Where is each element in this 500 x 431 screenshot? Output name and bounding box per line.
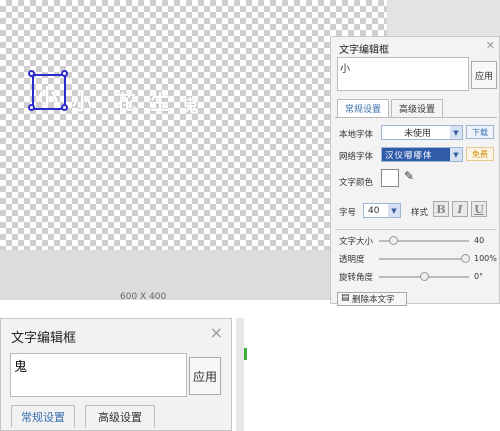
text-input[interactable]: 小 bbox=[337, 57, 469, 91]
opacity-slider-track[interactable] bbox=[379, 258, 469, 260]
slider-label-opacity: 透明度 bbox=[339, 255, 365, 265]
apply-button[interactable]: 应用 bbox=[471, 61, 497, 89]
eyedropper-icon[interactable]: ✎ bbox=[404, 169, 414, 183]
local-font-select[interactable]: 未使用 ▼ bbox=[381, 125, 463, 140]
free-button[interactable]: 免费 bbox=[466, 147, 494, 161]
chevron-down-icon: ▼ bbox=[450, 126, 462, 139]
panel-title: 文字编辑框 bbox=[339, 45, 389, 56]
opacity-slider-knob[interactable] bbox=[460, 254, 470, 263]
rotation-slider-knob[interactable] bbox=[420, 272, 429, 281]
chevron-down-icon: ▼ bbox=[388, 204, 400, 217]
resize-handle-tr[interactable] bbox=[61, 70, 68, 77]
size-slider-value: 40 bbox=[474, 236, 485, 245]
canvas-text-char-4[interactable]: 生 bbox=[150, 86, 170, 115]
divider bbox=[335, 229, 497, 230]
resize-handle-bl[interactable] bbox=[28, 104, 35, 111]
local-font-label: 本地字体 bbox=[339, 130, 374, 140]
text-edit-dialog: 文字编辑框 × 鬼 应用 常规设置 高级设置 bbox=[0, 318, 232, 431]
dialog-text-input[interactable]: 鬼 bbox=[10, 353, 187, 397]
web-font-select[interactable]: 汉仪嘟嘟体 ▼ bbox=[381, 147, 463, 162]
canvas-text-char-3[interactable]: 花 bbox=[116, 86, 136, 115]
download-button[interactable]: 下载 bbox=[466, 125, 494, 139]
italic-button[interactable]: I bbox=[452, 201, 468, 217]
dialog-apply-button[interactable]: 应用 bbox=[189, 357, 221, 395]
bold-button[interactable]: B bbox=[433, 201, 449, 217]
local-font-value: 未使用 bbox=[404, 129, 432, 139]
resize-handle-br[interactable] bbox=[61, 104, 68, 111]
dialog-title: 文字编辑框 bbox=[11, 331, 77, 346]
resize-handle-tl[interactable] bbox=[28, 70, 35, 77]
canvas-size-label: 600 X 400 bbox=[120, 292, 167, 302]
close-icon[interactable]: ✕ bbox=[486, 39, 495, 52]
size-slider-knob[interactable] bbox=[388, 236, 398, 245]
underline-button[interactable]: U bbox=[471, 201, 487, 217]
green-indicator bbox=[244, 348, 247, 360]
rotation-slider-value: 0° bbox=[474, 272, 484, 281]
slider-label-size: 文字大小 bbox=[339, 237, 374, 247]
text-color-label: 文字颜色 bbox=[339, 178, 374, 188]
font-size-label: 字号 bbox=[339, 208, 357, 218]
text-color-swatch[interactable] bbox=[381, 169, 399, 187]
opacity-slider-value: 100% bbox=[474, 254, 497, 263]
delete-text-button[interactable]: ▤ 删除本文字 bbox=[337, 292, 407, 306]
web-font-label: 网络字体 bbox=[339, 152, 374, 162]
tab-general-settings[interactable]: 常规设置 bbox=[337, 99, 389, 117]
font-size-select[interactable]: 40 ▼ bbox=[363, 203, 401, 218]
trash-icon: ▤ bbox=[341, 293, 350, 303]
canvas-text-char-5[interactable]: 鬼 bbox=[182, 92, 199, 117]
canvas-text-char-1[interactable]: 小 bbox=[36, 80, 58, 112]
web-font-preview: 汉仪嘟嘟体 bbox=[382, 148, 450, 161]
slider-label-rotation: 旋转角度 bbox=[339, 273, 374, 283]
style-label: 样式 bbox=[411, 208, 429, 218]
tab-advanced-settings[interactable]: 高级设置 bbox=[391, 99, 443, 117]
canvas-text-char-2[interactable]: 小 bbox=[72, 86, 92, 115]
text-edit-panel: 文字编辑框 ✕ 小 应用 常规设置 高级设置 本地字体 未使用 ▼ 下载 网络字… bbox=[330, 36, 500, 306]
dialog-tab-general-settings[interactable]: 常规设置 bbox=[11, 405, 75, 427]
close-icon[interactable]: × bbox=[210, 323, 223, 342]
chevron-down-icon: ▼ bbox=[450, 148, 462, 161]
font-size-value: 40 bbox=[368, 205, 380, 216]
delete-text-label: 删除本文字 bbox=[352, 295, 395, 305]
tab-divider bbox=[335, 117, 497, 118]
background-strip bbox=[236, 318, 244, 431]
dialog-tab-advanced-settings[interactable]: 高级设置 bbox=[85, 405, 155, 427]
